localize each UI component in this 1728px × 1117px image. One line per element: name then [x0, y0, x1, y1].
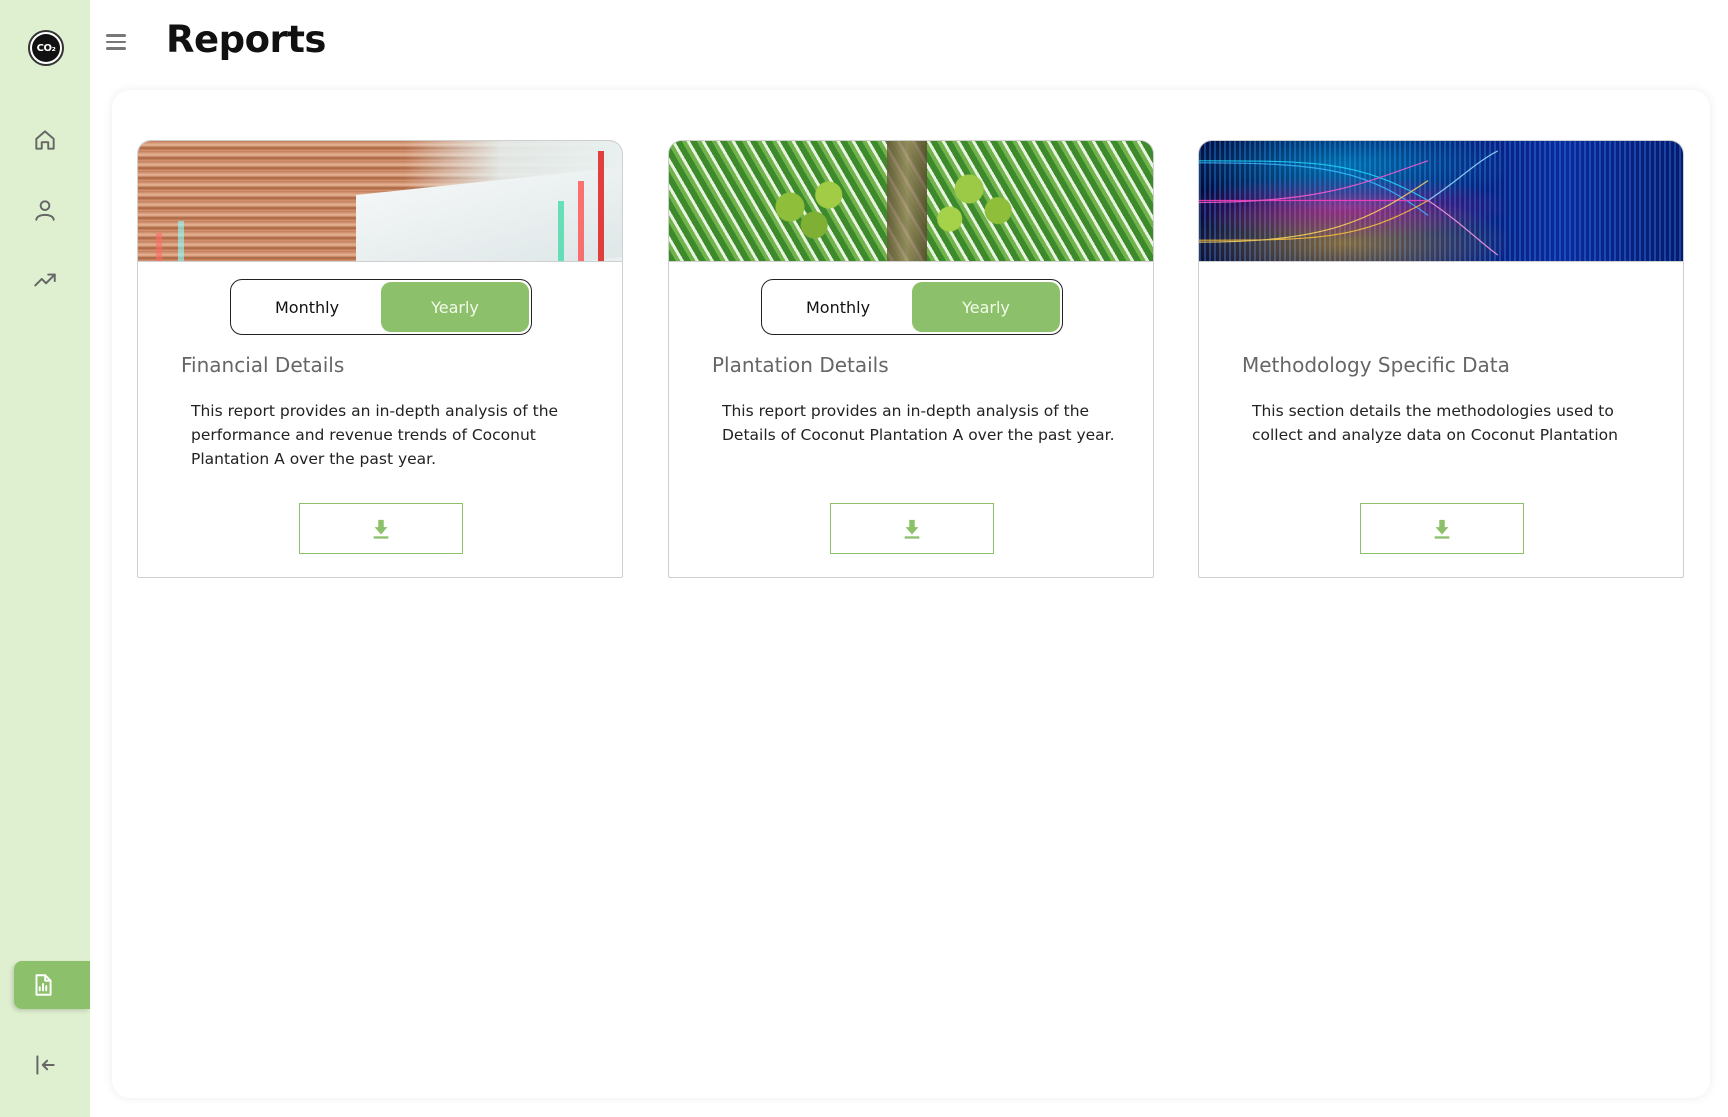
logo-text: CO₂ — [32, 34, 60, 62]
download-icon — [373, 519, 389, 539]
card-title: Methodology Specific Data — [1242, 353, 1510, 377]
home-icon[interactable] — [30, 125, 60, 155]
page-title: Reports — [166, 18, 326, 61]
card-title: Financial Details — [181, 353, 345, 377]
report-card-methodology: Methodology Specific Data This section d… — [1198, 140, 1684, 578]
card-description: This report provides an in-depth analysi… — [191, 402, 559, 468]
card-description: This report provides an in-depth analysi… — [722, 402, 1115, 444]
coins-chart-image — [138, 141, 622, 262]
co2-logo[interactable]: CO₂ — [28, 30, 64, 66]
logout-icon[interactable] — [30, 1050, 60, 1080]
toggle-monthly[interactable]: Monthly — [233, 282, 381, 332]
period-toggle: Monthly Yearly — [761, 279, 1063, 335]
download-icon — [1434, 519, 1450, 539]
user-icon[interactable] — [30, 195, 60, 225]
toggle-monthly[interactable]: Monthly — [764, 282, 912, 332]
download-button[interactable] — [830, 503, 994, 554]
download-button[interactable] — [299, 503, 463, 554]
report-card-financial: Monthly Yearly Financial Details This re… — [137, 140, 623, 578]
card-description: This section details the methodologies u… — [1252, 402, 1618, 444]
coconut-palm-image — [669, 141, 1153, 262]
sidebar: CO₂ — [0, 0, 90, 1117]
toggle-yearly[interactable]: Yearly — [912, 282, 1060, 332]
period-toggle: Monthly Yearly — [230, 279, 532, 335]
menu-icon[interactable] — [106, 30, 130, 54]
data-visualization-image — [1199, 141, 1683, 262]
toggle-yearly[interactable]: Yearly — [381, 282, 529, 332]
report-card-plantation: Monthly Yearly Plantation Details This r… — [668, 140, 1154, 578]
download-icon — [904, 519, 920, 539]
card-title: Plantation Details — [712, 353, 889, 377]
download-button[interactable] — [1360, 503, 1524, 554]
report-icon[interactable] — [14, 961, 90, 1009]
trending-up-icon[interactable] — [30, 265, 60, 295]
